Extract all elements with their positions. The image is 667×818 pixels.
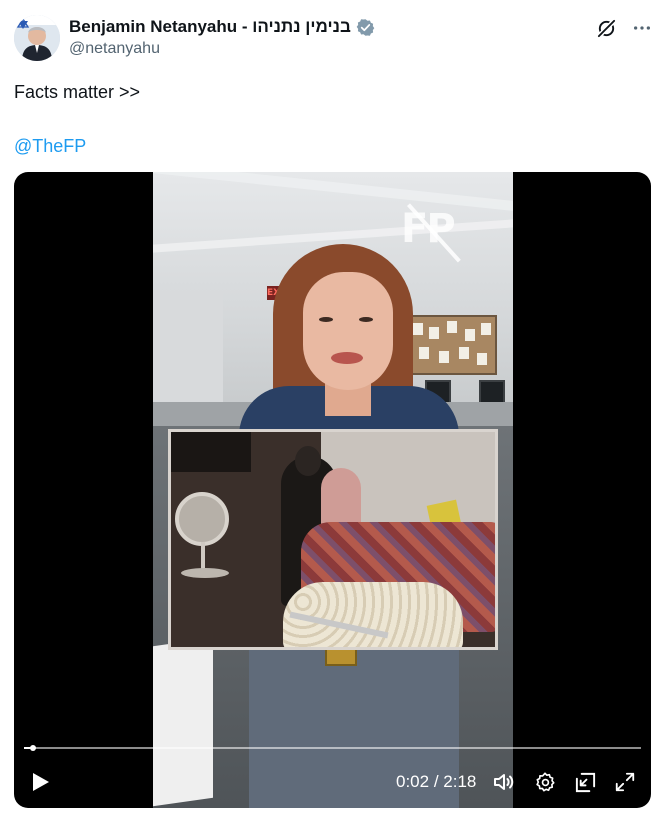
time-display: 0:02 / 2:18 (396, 772, 476, 792)
inset-photo (168, 429, 498, 650)
inset-fan-pole (201, 542, 205, 570)
volume-icon[interactable] (491, 769, 517, 795)
video-controls: 0:02 / 2:18 (14, 764, 651, 800)
presenter-lips (331, 352, 363, 364)
progress-handle[interactable] (29, 745, 36, 751)
fullscreen-icon[interactable] (612, 769, 638, 795)
avatar[interactable] (14, 15, 60, 61)
tweet: Benjamin Netanyahu - בנימין נתניהו @neta… (0, 0, 667, 818)
presenter-eye (359, 317, 373, 322)
inset-woman-head (295, 446, 321, 476)
author-handle[interactable]: @netanyahu (69, 40, 587, 58)
video-player[interactable]: EXIT FP (14, 172, 651, 808)
verified-badge-icon[interactable] (356, 18, 375, 37)
play-icon[interactable] (30, 770, 52, 794)
progress-bar[interactable] (24, 745, 641, 751)
bulletin-board (405, 315, 497, 375)
dock-icon[interactable] (572, 769, 598, 795)
time-total: 2:18 (443, 772, 477, 791)
author-display-name[interactable]: Benjamin Netanyahu - בנימין נתניהו (69, 17, 351, 37)
more-icon[interactable] (631, 17, 653, 39)
time-current: 0:02 (396, 772, 430, 791)
inset-tv (171, 432, 251, 472)
post-header: Benjamin Netanyahu - בנימין נתניהו @neta… (69, 15, 587, 58)
post-text: Facts matter >> (14, 82, 141, 102)
inset-fan (175, 492, 229, 546)
video-frame[interactable]: EXIT FP (153, 172, 513, 808)
grok-icon[interactable] (595, 17, 617, 39)
presenter-face (303, 272, 393, 390)
gear-icon[interactable] (532, 769, 558, 795)
avatar-image (14, 15, 60, 61)
name-row: Benjamin Netanyahu - בנימין נתניהו (69, 15, 587, 39)
mention-link[interactable]: @TheFP (14, 134, 86, 158)
time-separator: / (433, 772, 439, 791)
presenter-eye (319, 317, 333, 322)
top-actions (595, 17, 653, 39)
inset-fan-base (181, 568, 229, 578)
